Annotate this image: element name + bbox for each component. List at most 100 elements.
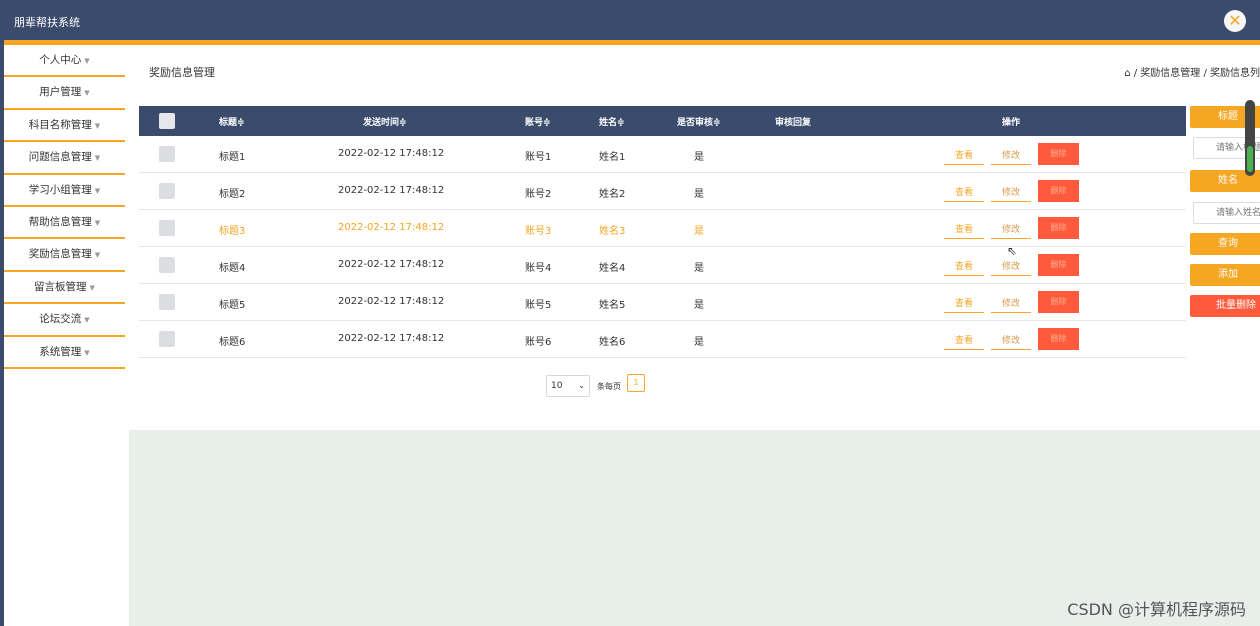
sidebar: 个人中心 ▼ 用户管理 ▼ 科目名称管理 ▼ 问题信息管理 ▼ 学习小组管理 ▼ 帮助信息… bbox=[4, 45, 125, 369]
mouse-cursor-icon: ⇖ bbox=[1007, 244, 1018, 258]
column-header-account[interactable]: 账号≑ bbox=[525, 115, 551, 128]
scrollbar-thumb[interactable] bbox=[1247, 146, 1253, 172]
chevron-down-icon: ▼ bbox=[94, 218, 101, 227]
cell-account: 账号4 bbox=[525, 263, 552, 274]
add-button[interactable]: 添加 bbox=[1190, 264, 1260, 286]
cell-reviewed: 是 bbox=[694, 263, 704, 274]
column-header-reviewed[interactable]: 是否审核≑ bbox=[677, 115, 721, 128]
view-button[interactable]: 查看 bbox=[944, 220, 984, 239]
cell-send-time: 2022-02-12 17:48:12 bbox=[338, 259, 445, 270]
cell-name: 姓名3 bbox=[599, 226, 626, 237]
cell-send-time: 2022-02-12 17:48:12 bbox=[338, 296, 445, 307]
select-all-checkbox[interactable] bbox=[159, 113, 175, 129]
cell-name: 姓名2 bbox=[599, 189, 626, 200]
view-button[interactable]: 查看 bbox=[944, 183, 984, 202]
edit-button[interactable]: 修改 bbox=[991, 257, 1031, 276]
sidebar-item-message-board[interactable]: 留言板管理 ▼ bbox=[4, 272, 125, 305]
view-button[interactable]: 查看 bbox=[944, 331, 984, 350]
chevron-down-icon: ▼ bbox=[94, 251, 101, 260]
column-header-title[interactable]: 标题≑ bbox=[219, 115, 245, 128]
sidebar-item-system-management[interactable]: 系统管理 ▼ bbox=[4, 337, 125, 369]
cell-reviewed: 是 bbox=[694, 226, 704, 237]
name-search-input[interactable]: 请输入姓名 bbox=[1193, 202, 1260, 224]
delete-button[interactable]: 删除 bbox=[1038, 291, 1079, 313]
sidebar-item-label: 学习小组管理 bbox=[28, 183, 92, 196]
cell-title: 标题3 bbox=[219, 226, 246, 237]
cell-send-time: 2022-02-12 17:48:12 bbox=[338, 148, 445, 159]
sidebar-item-label: 奖励信息管理 bbox=[28, 248, 92, 261]
cell-reviewed: 是 bbox=[694, 152, 704, 163]
sidebar-item-forum[interactable]: 论坛交流 ▼ bbox=[4, 304, 125, 337]
delete-button[interactable]: 删除 bbox=[1038, 217, 1079, 239]
chevron-down-icon: ▼ bbox=[94, 121, 101, 130]
sidebar-item-label: 问题信息管理 bbox=[28, 151, 92, 164]
sidebar-item-label: 论坛交流 bbox=[39, 313, 82, 326]
sidebar-item-reward-management[interactable]: 奖励信息管理 ▼ bbox=[4, 239, 125, 272]
sidebar-item-study-group-management[interactable]: 学习小组管理 ▼ bbox=[4, 175, 125, 207]
scrollbar[interactable] bbox=[1245, 100, 1255, 176]
chevron-down-icon: ▼ bbox=[84, 348, 90, 357]
table-header: 标题≑ 发送时间≑ 账号≑ 姓名≑ 是否审核≑ 审核回复 操作 bbox=[139, 106, 1186, 136]
cell-title: 标题6 bbox=[219, 337, 246, 348]
cell-title: 标题2 bbox=[219, 189, 246, 200]
main-content: 奖励信息管理 ⌂ / 奖励信息管理 / 奖励信息列 标题≑ 发送时间≑ 账号≑ … bbox=[129, 45, 1260, 430]
app-window: 朋辈帮扶系统 ✕ 个人中心 ▼ 用户管理 ▼ 科目名称管理 ▼ 问题信息管理 ▼ 学习小… bbox=[0, 0, 1260, 626]
delete-button[interactable]: 删除 bbox=[1038, 328, 1079, 350]
chevron-down-icon: ⌄ bbox=[578, 381, 585, 390]
column-header-ops: 操作 bbox=[1002, 118, 1021, 128]
edit-button[interactable]: 修改 bbox=[991, 294, 1031, 313]
page-title: 奖励信息管理 bbox=[149, 66, 215, 79]
cell-account: 账号2 bbox=[525, 189, 552, 200]
table-row: 标题6 2022-02-12 17:48:12 账号6 姓名6 是 查看 修改 … bbox=[139, 321, 1186, 358]
edit-button[interactable]: 修改 bbox=[991, 146, 1031, 165]
breadcrumb[interactable]: ⌂ / 奖励信息管理 / 奖励信息列 bbox=[1124, 64, 1260, 79]
edit-button[interactable]: 修改 bbox=[991, 220, 1031, 239]
row-checkbox[interactable] bbox=[159, 183, 175, 199]
page-number-button[interactable]: 1 bbox=[627, 374, 645, 392]
sidebar-item-question-management[interactable]: 问题信息管理 ▼ bbox=[4, 142, 125, 175]
delete-button[interactable]: 删除 bbox=[1038, 143, 1079, 165]
table-row: 标题4 2022-02-12 17:48:12 账号4 姓名4 是 查看 修改 … bbox=[139, 247, 1186, 284]
view-button[interactable]: 查看 bbox=[944, 294, 984, 313]
sidebar-item-user-management[interactable]: 用户管理 ▼ bbox=[4, 77, 125, 110]
column-header-send-time[interactable]: 发送时间≑ bbox=[363, 115, 407, 128]
cell-account: 账号1 bbox=[525, 152, 552, 163]
view-button[interactable]: 查看 bbox=[944, 146, 984, 165]
sidebar-item-personal-center[interactable]: 个人中心 ▼ bbox=[4, 45, 125, 78]
query-button[interactable]: 查询 bbox=[1190, 233, 1260, 255]
view-button[interactable]: 查看 bbox=[944, 257, 984, 276]
table-row: 标题3 2022-02-12 17:48:12 账号3 姓名3 是 查看 修改 … bbox=[139, 210, 1186, 247]
delete-button[interactable]: 删除 bbox=[1038, 254, 1079, 276]
row-checkbox[interactable] bbox=[159, 331, 175, 347]
sidebar-item-subject-management[interactable]: 科目名称管理 ▼ bbox=[4, 110, 125, 143]
close-icon[interactable]: ✕ bbox=[1224, 10, 1246, 32]
cell-name: 姓名4 bbox=[599, 263, 626, 274]
table-row: 标题1 2022-02-12 17:48:12 账号1 姓名1 是 查看 修改 … bbox=[139, 136, 1186, 173]
cell-reviewed: 是 bbox=[694, 300, 704, 311]
batch-delete-button[interactable]: 批量删除 bbox=[1190, 295, 1260, 317]
page-size-select[interactable]: 10 ⌄ bbox=[546, 375, 590, 397]
cell-name: 姓名1 bbox=[599, 152, 626, 163]
row-checkbox[interactable] bbox=[159, 220, 175, 236]
row-checkbox[interactable] bbox=[159, 257, 175, 273]
cell-name: 姓名5 bbox=[599, 300, 626, 311]
cell-account: 账号6 bbox=[525, 337, 552, 348]
column-header-name[interactable]: 姓名≑ bbox=[599, 115, 625, 128]
cell-send-time: 2022-02-12 17:48:12 bbox=[338, 333, 445, 344]
app-title: 朋辈帮扶系统 bbox=[14, 16, 80, 29]
cell-account: 账号5 bbox=[525, 300, 552, 311]
chevron-down-icon: ▼ bbox=[84, 57, 90, 65]
cell-account: 账号3 bbox=[525, 226, 552, 237]
edit-button[interactable]: 修改 bbox=[991, 331, 1031, 350]
sidebar-item-help-management[interactable]: 帮助信息管理 ▼ bbox=[4, 207, 125, 240]
edit-button[interactable]: 修改 bbox=[991, 183, 1031, 202]
chevron-down-icon: ▼ bbox=[84, 316, 90, 325]
chevron-down-icon: ▼ bbox=[94, 186, 101, 195]
cell-name: 姓名6 bbox=[599, 337, 626, 348]
row-checkbox[interactable] bbox=[159, 146, 175, 162]
row-checkbox[interactable] bbox=[159, 294, 175, 310]
cell-send-time: 2022-02-12 17:48:12 bbox=[338, 185, 445, 196]
chevron-down-icon: ▼ bbox=[89, 283, 95, 292]
chevron-down-icon: ▼ bbox=[94, 154, 101, 163]
delete-button[interactable]: 删除 bbox=[1038, 180, 1079, 202]
